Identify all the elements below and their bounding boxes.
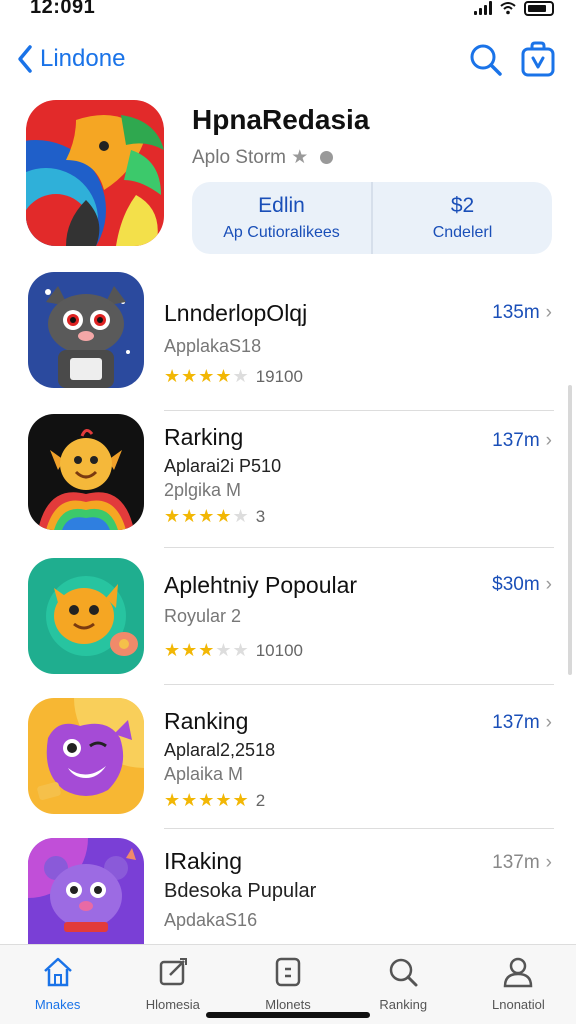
divider [164, 828, 554, 829]
app-name: IRaking [164, 848, 242, 874]
divider [164, 684, 554, 685]
status-time: 12:091 [30, 0, 96, 18]
list-item[interactable]: Ranking Aplaral2,2518 Aplaika M ★★★★★ 2 1… [0, 698, 576, 829]
tab-label: Lnonatiol [492, 997, 545, 1012]
home-icon [43, 957, 72, 987]
list-item[interactable]: LnnderlopOlqj ApplakaS18 ★★★★★ 19100 135m… [0, 272, 576, 411]
app-size: 137m › [492, 430, 552, 452]
star-icon: ★ [291, 147, 309, 168]
app-subtitle: Aplaral2,2518 [164, 740, 276, 760]
app-rating: ★★★★★ 19100 [164, 366, 303, 386]
app-rating: ★★★★★ 3 [164, 506, 266, 526]
chevron-right-icon: › [545, 430, 552, 451]
price-button-sublabel: Cndelerl [432, 224, 493, 241]
app-size-value: 137m [492, 712, 540, 733]
person-icon [504, 957, 533, 988]
search-icon [389, 958, 418, 987]
app-subtitle: Royular 2 [164, 606, 242, 626]
app-subtitle: Bdesoka Pupular [164, 880, 317, 902]
edit-button[interactable]: Edlin Ap Cutioralikees [192, 182, 371, 254]
app-category: 2plgika M [164, 480, 242, 500]
chevron-right-icon: › [545, 852, 552, 873]
list-item[interactable]: Aplehtniy Popoular Royular 2 ★★★★★ 10100 … [0, 558, 576, 688]
edit-button-label: Edlin [258, 194, 305, 217]
chevron-right-icon: › [545, 302, 552, 323]
app-size: $30m › [492, 574, 552, 596]
app-name: Rarking [164, 424, 244, 450]
chevron-right-icon: › [545, 712, 552, 733]
back-button[interactable]: Lindone [16, 44, 125, 74]
rating-count: 10100 [255, 641, 303, 660]
featured-app-icon[interactable] [26, 100, 164, 246]
price-button-label: $2 [450, 194, 475, 217]
app-icon [28, 838, 144, 944]
shopping-bag-icon[interactable] [520, 40, 556, 78]
app-size: 135m › [492, 302, 552, 324]
app-size: 137m › [492, 852, 552, 874]
featured-app-developer: Aplo Storm [192, 147, 286, 168]
featured-app: HpnaRedasia Aplo Storm ★ Edlin Ap Cutior… [26, 100, 556, 254]
app-name: Aplehtniy Popoular [164, 572, 358, 598]
tab-label: Mnakes [34, 997, 81, 1012]
back-label: Lindone [40, 45, 126, 72]
status-bar: 12:091 [0, 0, 576, 24]
app-icon [28, 698, 144, 814]
divider [164, 547, 554, 548]
app-size-value: 137m [492, 430, 540, 451]
app-size-value: 135m [492, 302, 540, 323]
tab-label: Mlonets [265, 997, 311, 1012]
list-item[interactable]: Rarking Aplarai2i P510 2plgika M ★★★★★ 3 … [0, 414, 576, 548]
app-icon [28, 414, 144, 530]
tab-profile[interactable]: Lnonatiol [461, 945, 576, 1024]
nav-bar: Lindone [0, 40, 576, 84]
app-rating: ★★★★★ 10100 [164, 640, 303, 660]
app-category: Aplaika M [164, 764, 244, 784]
app-size: 137m › [492, 712, 552, 734]
tab-label: Ranking [379, 997, 428, 1012]
scroll-indicator[interactable] [568, 385, 572, 675]
price-button[interactable]: $2 Cndelerl [371, 182, 552, 254]
signal-icon [474, 1, 492, 15]
tab-label: Hlomesia [145, 997, 200, 1012]
app-size-value: $30m [492, 574, 540, 595]
chevron-right-icon: › [545, 574, 552, 595]
edit-button-sublabel: Ap Cutioralikees [223, 224, 340, 241]
rating-count: 2 [255, 791, 266, 810]
edit-box-icon [159, 958, 187, 986]
app-name: Ranking [164, 708, 249, 734]
home-indicator [206, 1012, 370, 1018]
app-name: LnnderlopOlqj [164, 300, 308, 326]
featured-app-title: HpnaRedasia [192, 104, 370, 135]
app-subtitle: ApplakaS18 [164, 336, 262, 356]
wifi-icon [500, 2, 516, 15]
battery-icon [524, 0, 554, 16]
status-icons [474, 0, 554, 16]
app-icon [28, 558, 144, 674]
app-size-value: 137m [492, 852, 540, 873]
app-category: ApdakaS16 [164, 910, 258, 930]
app-subtitle: Aplarai2i P510 [164, 456, 282, 476]
featured-buttons: Edlin Ap Cutioralikees $2 Cndelerl [192, 182, 552, 254]
tab-home[interactable]: Mnakes [0, 945, 115, 1024]
info-icon [319, 151, 333, 165]
chevron-left-icon [18, 45, 32, 73]
rating-count: 19100 [255, 367, 303, 386]
featured-app-subtitle: Aplo Storm ★ [192, 146, 333, 169]
list-item[interactable]: IRaking Bdesoka Pupular ApdakaS16 137m › [0, 838, 576, 948]
app-icon [28, 272, 144, 388]
app-rating: ★★★★★ 2 [164, 790, 266, 810]
divider [164, 410, 554, 411]
card-icon [275, 957, 301, 987]
rating-count: 3 [255, 507, 266, 526]
search-icon[interactable] [468, 42, 504, 78]
